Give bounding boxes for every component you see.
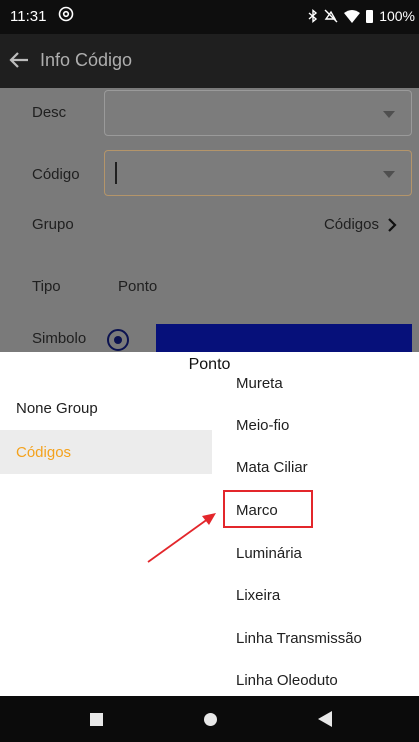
tipo-row: Tipo Ponto	[0, 268, 419, 308]
code-item-meio-fio[interactable]: Meio-fio	[222, 407, 419, 447]
desc-dropdown[interactable]	[104, 90, 412, 136]
code-item-label: Linha Oleoduto	[236, 672, 338, 689]
home-icon[interactable]	[204, 713, 217, 726]
codigo-row: Código	[0, 148, 419, 200]
code-item-label: Mata Ciliar	[236, 459, 308, 476]
group-item-label: Códigos	[16, 444, 72, 461]
grupo-value: Códigos	[323, 216, 379, 233]
nav-back-icon[interactable]	[318, 711, 332, 727]
simbolo-row: Simbolo	[0, 324, 419, 354]
code-item-mata-ciliar[interactable]: Mata Ciliar	[222, 449, 419, 489]
desc-row: Desc	[0, 88, 419, 140]
grupo-selector[interactable]: Códigos	[324, 216, 397, 233]
back-arrow-icon[interactable]	[6, 47, 32, 73]
code-item-mureta[interactable]: Mureta	[222, 365, 419, 405]
caret-down-icon	[383, 111, 395, 118]
code-item-label: Mureta	[236, 375, 283, 392]
code-item-linha-oleoduto[interactable]: Linha Oleoduto	[222, 662, 419, 696]
codigo-dropdown[interactable]	[104, 150, 412, 196]
highlight-box	[223, 490, 313, 528]
symbol-radio[interactable]	[107, 329, 129, 351]
code-info-form: Desc Código Grupo Códigos Tipo Ponto Sim…	[0, 88, 419, 354]
tipo-label: Tipo	[32, 278, 61, 295]
code-item-lixeira[interactable]: Lixeira	[222, 577, 419, 617]
code-item-label: Meio-fio	[236, 417, 290, 434]
at-sign-icon	[58, 6, 74, 22]
status-bar: 11:31 100%	[0, 0, 419, 34]
mute-icon	[324, 9, 338, 23]
app-bar: Info Código	[0, 34, 419, 88]
grupo-label: Grupo	[32, 216, 74, 233]
code-item-linha-transmissao[interactable]: Linha Transmissão	[222, 620, 419, 660]
recents-icon[interactable]	[90, 713, 103, 726]
status-time: 11:31	[10, 8, 47, 25]
caret-down-icon	[383, 171, 395, 178]
symbol-color-swatch[interactable]	[156, 324, 412, 354]
tipo-value: Ponto	[118, 278, 158, 295]
codigo-label: Código	[32, 166, 80, 183]
code-item-luminaria[interactable]: Luminária	[222, 535, 419, 575]
group-item-none[interactable]: None Group	[0, 386, 212, 430]
bluetooth-icon	[308, 9, 318, 23]
simbolo-label: Simbolo	[32, 330, 87, 347]
system-nav-bar	[0, 696, 419, 742]
page-title: Info Código	[40, 50, 133, 70]
group-item-codigos[interactable]: Códigos	[0, 430, 222, 474]
battery-icon	[366, 9, 374, 23]
group-item-label: None Group	[16, 400, 98, 417]
annotation-arrow-icon	[147, 513, 216, 563]
text-cursor	[115, 162, 117, 184]
wifi-icon	[344, 9, 361, 23]
grupo-row[interactable]: Grupo Códigos	[0, 206, 419, 246]
chevron-right-icon	[388, 217, 397, 232]
desc-label: Desc	[32, 104, 67, 121]
battery-level: 100%	[379, 8, 415, 24]
code-item-label: Linha Transmissão	[236, 630, 362, 647]
code-item-label: Lixeira	[236, 587, 281, 604]
code-item-label: Luminária	[236, 545, 302, 562]
